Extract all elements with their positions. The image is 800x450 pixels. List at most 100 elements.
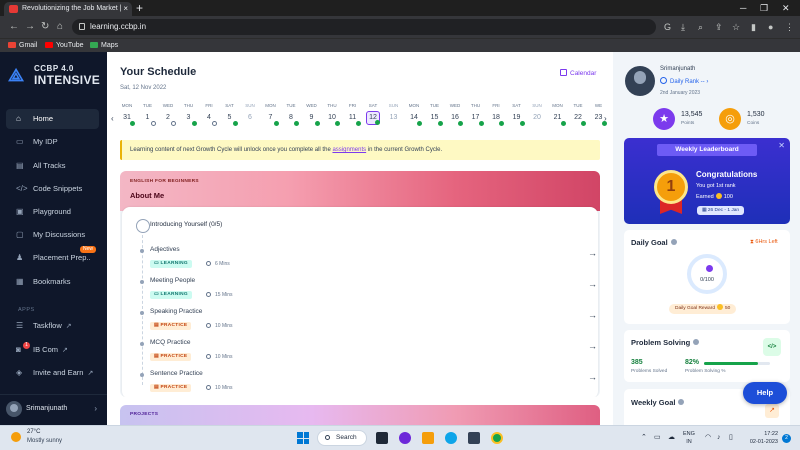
help-button[interactable]: Help xyxy=(743,382,787,404)
day-22[interactable]: TUE 22 xyxy=(568,102,588,126)
next-week-icon[interactable]: › xyxy=(604,114,607,123)
forward-icon[interactable]: → xyxy=(25,20,35,34)
day-31[interactable]: MON 31 xyxy=(117,102,137,126)
sidepanel-icon[interactable]: ▮ xyxy=(751,21,756,33)
task-view-icon[interactable] xyxy=(376,432,388,444)
battery-icon[interactable]: ▯ xyxy=(729,433,733,443)
projects-card[interactable]: PROJECTS xyxy=(120,405,600,425)
weather-desc[interactable]: Mostly sunny xyxy=(27,438,62,444)
sidebar-app-invite-and-earn[interactable]: ◈ Invite and Earn ↗ xyxy=(6,363,99,383)
notification-badge[interactable]: 2 xyxy=(782,434,791,443)
day-7[interactable]: MON 7 xyxy=(261,102,281,126)
day-4[interactable]: FRI 4 xyxy=(199,102,219,126)
day-18[interactable]: FRI 18 xyxy=(486,102,506,126)
taskbar-clock[interactable]: 17:22 02-01-2023 xyxy=(742,430,778,446)
maximize-icon[interactable]: ❐ xyxy=(760,0,768,16)
day-19[interactable]: SAT 19 xyxy=(507,102,527,126)
info-icon[interactable] xyxy=(670,239,677,245)
weekly-leaderboard-card[interactable]: Weekly Leaderboard ✕ 1 Congratulations Y… xyxy=(624,138,790,224)
day-13[interactable]: SUN 13 xyxy=(384,102,404,125)
day-5[interactable]: SAT 5 xyxy=(220,102,240,126)
sidebar-app-ib-com[interactable]: ◙ IB Com ↗ xyxy=(6,340,99,360)
day-2[interactable]: WED 2 xyxy=(158,102,178,126)
sidebar-user[interactable]: Srimanjunath › xyxy=(6,401,101,417)
topic-title[interactable]: Introducing Yourself (0/5) xyxy=(150,221,222,228)
download-icon[interactable]: ⤓ xyxy=(681,21,685,33)
arrow-right-icon[interactable]: → xyxy=(588,372,597,382)
weather-temp[interactable]: 27°C xyxy=(27,429,40,435)
weather-sun-icon[interactable] xyxy=(11,432,21,442)
profile-avatar[interactable] xyxy=(625,66,655,96)
tray-camera-icon[interactable]: ▭ xyxy=(654,433,661,443)
taskbar-search[interactable]: Search xyxy=(317,430,367,446)
browser-tab[interactable]: Revolutionizing the Job Market | × xyxy=(4,2,132,16)
day-20[interactable]: SUN 20 xyxy=(527,102,547,125)
info-icon[interactable] xyxy=(678,399,685,405)
day-10[interactable]: THU 10 xyxy=(322,102,342,126)
code-icon[interactable]: </> xyxy=(763,338,781,356)
bookmark-youtube[interactable]: YouTube xyxy=(45,40,84,52)
sidebar-item-all-tracks[interactable]: ▤ All Tracks xyxy=(6,156,99,176)
calendar-button[interactable]: Calendar xyxy=(560,69,596,77)
prev-week-icon[interactable]: ‹ xyxy=(111,114,114,123)
new-tab-button[interactable]: + xyxy=(136,1,143,15)
back-icon[interactable]: ← xyxy=(9,20,19,34)
home-browser-icon[interactable]: ⌂ xyxy=(57,20,63,34)
window-close-icon[interactable]: ✕ xyxy=(782,0,790,16)
arrow-right-icon[interactable]: → xyxy=(588,279,597,289)
tab-close-icon[interactable]: × xyxy=(123,2,128,16)
sidebar-item-my-idp[interactable]: ▭ My IDP xyxy=(6,132,99,152)
day-14[interactable]: MON 14 xyxy=(404,102,424,126)
sidebar-item-my-discussions[interactable]: ▢ My Discussions xyxy=(6,225,99,245)
day-12[interactable]: SAT 12 xyxy=(363,102,383,125)
arrow-right-icon[interactable]: → xyxy=(588,310,597,320)
close-icon[interactable]: ✕ xyxy=(778,141,785,150)
wifi-icon[interactable]: ◠ xyxy=(705,433,711,443)
windows-start-icon[interactable] xyxy=(297,432,309,444)
tray-chevron-up-icon[interactable]: ⌃ xyxy=(641,433,647,443)
list-item[interactable]: Speaking Practice ▤ PRACTICE 10 Mins → xyxy=(122,305,598,336)
menu-dots-icon[interactable]: ⋮ xyxy=(785,21,794,33)
day-21[interactable]: MON 21 xyxy=(548,102,568,126)
day-3[interactable]: THU 3 xyxy=(179,102,199,126)
store-icon[interactable] xyxy=(468,432,480,444)
day-9[interactable]: WED 9 xyxy=(302,102,322,126)
day-6[interactable]: SUN 6 xyxy=(240,102,260,125)
day-11[interactable]: FRI 11 xyxy=(343,102,363,126)
url-input[interactable]: learning.ccbp.in xyxy=(72,19,656,35)
day-15[interactable]: TUE 15 xyxy=(425,102,445,126)
info-icon[interactable] xyxy=(693,339,700,345)
star-icon[interactable]: ☆ xyxy=(732,21,740,33)
google-icon[interactable]: G xyxy=(664,21,671,33)
chrome-icon[interactable] xyxy=(491,432,503,444)
minimize-icon[interactable]: ─ xyxy=(740,0,746,16)
share-icon[interactable]: ⇪ xyxy=(715,21,723,33)
list-item[interactable]: Adjectives ▭ LEARNING 6 Mins → xyxy=(122,243,598,274)
arrow-right-icon[interactable]: → xyxy=(588,341,597,351)
day-8[interactable]: TUE 8 xyxy=(281,102,301,126)
day-16[interactable]: WED 16 xyxy=(445,102,465,126)
day-1[interactable]: TUE 1 xyxy=(138,102,158,126)
teams-chat-icon[interactable] xyxy=(399,432,411,444)
daily-rank[interactable]: Daily Rank -- › xyxy=(660,77,708,85)
sidebar-item-playground[interactable]: ▣ Playground xyxy=(6,202,99,222)
assignments-link[interactable]: assignments xyxy=(332,147,366,153)
list-item[interactable]: Meeting People ▭ LEARNING 15 Mins → xyxy=(122,274,598,305)
sidebar-item-bookmarks[interactable]: ▦ Bookmarks xyxy=(6,272,99,292)
volume-icon[interactable]: ♪ xyxy=(717,433,721,443)
edge-icon[interactable] xyxy=(445,432,457,444)
language-indicator[interactable]: ENG IN xyxy=(683,430,695,446)
bookmark-maps[interactable]: Maps xyxy=(90,40,118,52)
bookmark-gmail[interactable]: Gmail xyxy=(8,40,37,52)
profile-avatar-icon[interactable]: ● xyxy=(768,21,773,33)
list-item[interactable]: MCQ Practice ▤ PRACTICE 10 Mins → xyxy=(122,336,598,367)
sidebar-item-home[interactable]: ⌂ Home xyxy=(6,109,99,129)
zoom-icon[interactable]: ⌕ xyxy=(698,21,703,33)
arrow-right-icon[interactable]: → xyxy=(588,248,597,258)
reload-icon[interactable]: ↻ xyxy=(41,20,49,34)
sidebar-app-taskflow[interactable]: ☰ Taskflow ↗ xyxy=(6,316,99,336)
day-17[interactable]: THU 17 xyxy=(466,102,486,126)
file-explorer-icon[interactable] xyxy=(422,432,434,444)
sidebar-item-code-snippets[interactable]: </> Code Snippets xyxy=(6,179,99,199)
ccbp-logo[interactable]: ⟁ CCBP 4.0 INTENSIVE xyxy=(8,62,103,88)
